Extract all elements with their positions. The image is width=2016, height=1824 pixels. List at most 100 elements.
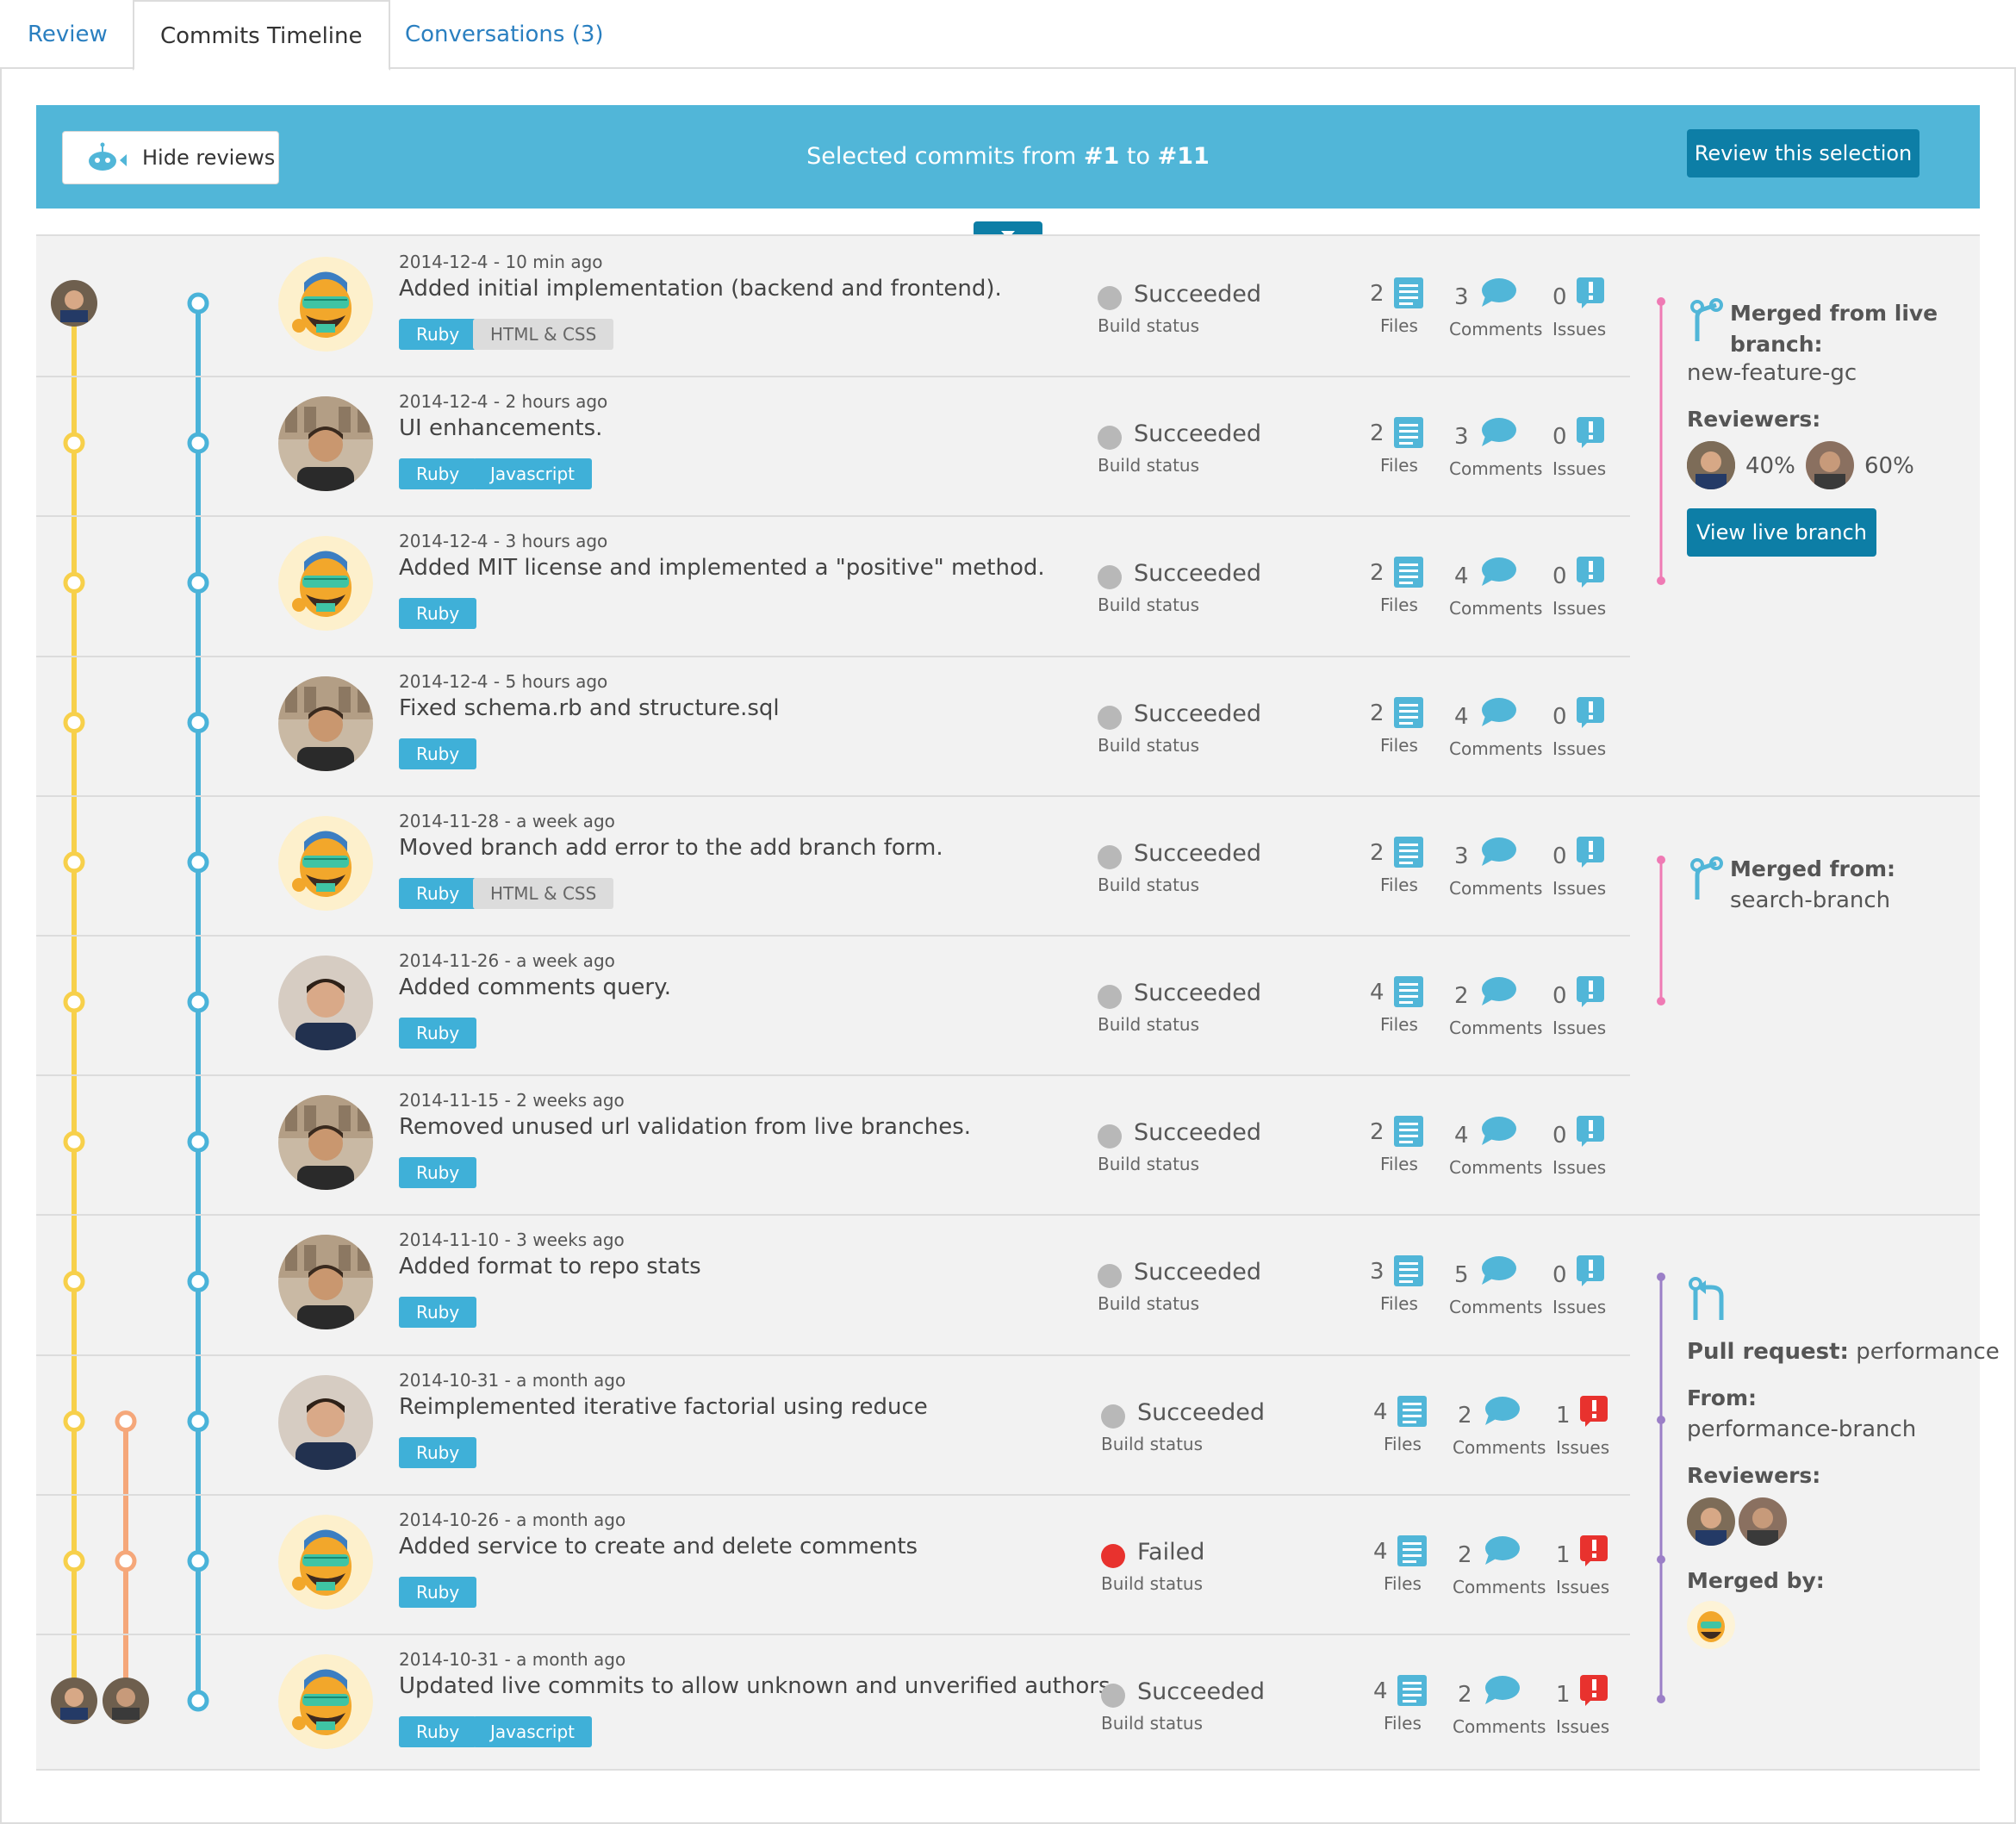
commit-message[interactable]: Added service to create and delete comme… [399, 1534, 918, 1559]
author-avatar[interactable] [278, 1095, 373, 1190]
file-icon[interactable] [1394, 557, 1423, 591]
review-selection-button[interactable]: Review this selection [1687, 129, 1920, 177]
issue-icon[interactable] [1577, 837, 1604, 871]
tab-conversations[interactable]: Conversations (3) [379, 0, 630, 69]
commit-row[interactable]: 2014-12-4 - 5 hours ago Fixed schema.rb a… [36, 656, 1980, 795]
pr-bracket [1657, 1273, 1665, 1703]
author-avatar[interactable] [278, 1515, 373, 1609]
comment-icon[interactable] [1478, 1116, 1516, 1150]
issue-icon[interactable] [1577, 1116, 1604, 1150]
language-tag[interactable]: Ruby [399, 1437, 477, 1468]
issue-icon[interactable] [1580, 1675, 1608, 1709]
commit-message[interactable]: Added initial implementation (backend an… [399, 276, 1002, 302]
file-icon[interactable] [1397, 1675, 1427, 1709]
commit-message[interactable]: UI enhancements. [399, 415, 602, 441]
comment-icon[interactable] [1478, 1255, 1516, 1290]
commit-message[interactable]: Removed unused url validation from live … [399, 1114, 971, 1140]
file-icon[interactable] [1394, 277, 1423, 312]
reviewer-avatar[interactable] [1806, 441, 1854, 489]
language-tag[interactable]: Ruby [399, 1157, 477, 1188]
language-tag[interactable]: Ruby [399, 738, 477, 769]
files-label: Files [1380, 315, 1418, 336]
language-tag[interactable]: Ruby [399, 598, 477, 629]
issue-icon[interactable] [1577, 697, 1604, 731]
author-avatar[interactable] [278, 956, 373, 1050]
commit-row[interactable]: 2014-12-4 - 2 hours ago UI enhancements. R… [36, 376, 1980, 515]
merged-by-avatar[interactable] [1687, 1601, 1735, 1649]
issue-icon[interactable] [1577, 277, 1604, 312]
commit-message[interactable]: Fixed schema.rb and structure.sql [399, 695, 780, 721]
comments-label: Comments [1449, 1018, 1543, 1038]
issues-count: 0 [1552, 704, 1567, 730]
hide-reviews-button[interactable]: Hide reviews [62, 131, 279, 184]
commit-message[interactable]: Reimplemented iterative factorial using … [399, 1394, 928, 1420]
file-icon[interactable] [1397, 1396, 1427, 1430]
comment-icon[interactable] [1478, 697, 1516, 731]
comment-icon[interactable] [1478, 976, 1516, 1011]
build-status-label: Build status [1101, 1713, 1204, 1734]
author-avatar[interactable] [278, 1375, 373, 1470]
commit-message[interactable]: Added format to repo stats [399, 1254, 701, 1279]
language-tag[interactable]: Ruby [399, 1018, 477, 1049]
author-avatar[interactable] [278, 1654, 373, 1749]
issue-icon[interactable] [1577, 417, 1604, 451]
view-live-branch-button[interactable]: View live branch [1687, 508, 1876, 557]
issue-icon[interactable] [1577, 1255, 1604, 1290]
file-icon[interactable] [1394, 837, 1423, 871]
file-icon[interactable] [1394, 697, 1423, 731]
language-tag[interactable]: Ruby [399, 1716, 477, 1747]
comment-icon[interactable] [1478, 277, 1516, 312]
file-icon[interactable] [1397, 1535, 1427, 1570]
author-avatar[interactable] [278, 536, 373, 631]
pr-name[interactable]: performance [1856, 1339, 2000, 1365]
reviewer-avatar[interactable] [1687, 1497, 1735, 1546]
commit-message[interactable]: Added comments query. [399, 974, 671, 1000]
language-tag[interactable]: Javascript [473, 458, 592, 489]
language-tag[interactable]: Javascript [473, 1716, 592, 1747]
language-tag[interactable]: Ruby [399, 1577, 477, 1608]
author-avatar[interactable] [278, 676, 373, 771]
commit-row[interactable]: 2014-11-26 - a week ago Added comments qu… [36, 935, 1980, 1074]
issue-icon[interactable] [1577, 557, 1604, 591]
comment-icon[interactable] [1482, 1396, 1520, 1430]
language-tag[interactable]: Ruby [399, 878, 477, 909]
comment-icon[interactable] [1482, 1675, 1520, 1709]
issue-icon[interactable] [1580, 1535, 1608, 1570]
tab-commits-timeline[interactable]: Commits Timeline [133, 0, 390, 71]
build-status-label: Build status [1101, 1573, 1204, 1594]
issue-icon[interactable] [1577, 976, 1604, 1011]
build-status-dot [1098, 1124, 1122, 1149]
merge-bracket-1 [1657, 297, 1665, 585]
commit-message[interactable]: Added MIT license and implemented a "pos… [399, 555, 1045, 581]
author-avatar[interactable] [278, 396, 373, 491]
comment-icon[interactable] [1482, 1535, 1520, 1570]
comment-icon[interactable] [1478, 417, 1516, 451]
comment-icon[interactable] [1478, 837, 1516, 871]
files-label: Files [1380, 735, 1418, 756]
language-tag[interactable]: Ruby [399, 319, 477, 350]
issues-count: 0 [1552, 1123, 1567, 1149]
file-icon[interactable] [1394, 417, 1423, 451]
commit-message[interactable]: Moved branch add error to the add branch… [399, 835, 943, 861]
language-tag[interactable]: HTML & CSS [473, 878, 614, 909]
issues-count: 0 [1552, 844, 1567, 869]
author-avatar[interactable] [278, 816, 373, 911]
pr-from-branch: performance-branch [1687, 1416, 1917, 1442]
commit-row[interactable]: 2014-10-31 - a month ago Updated live com… [36, 1634, 1980, 1773]
language-tag[interactable]: Ruby [399, 458, 477, 489]
language-tag[interactable]: HTML & CSS [473, 319, 614, 350]
build-status: Failed [1137, 1539, 1205, 1566]
file-icon[interactable] [1394, 976, 1423, 1011]
file-icon[interactable] [1394, 1255, 1423, 1290]
commit-message[interactable]: Updated live commits to allow unknown an… [399, 1673, 1117, 1699]
author-avatar[interactable] [278, 1235, 373, 1329]
tab-review[interactable]: Review [2, 0, 134, 69]
issue-icon[interactable] [1580, 1396, 1608, 1430]
author-avatar[interactable] [278, 257, 373, 352]
language-tag[interactable]: Ruby [399, 1297, 477, 1328]
reviewer-avatar[interactable] [1739, 1497, 1787, 1546]
comment-icon[interactable] [1478, 557, 1516, 591]
commit-row[interactable]: 2014-11-15 - 2 weeks ago Removed unused u… [36, 1074, 1980, 1214]
file-icon[interactable] [1394, 1116, 1423, 1150]
reviewer-avatar[interactable] [1687, 441, 1735, 489]
